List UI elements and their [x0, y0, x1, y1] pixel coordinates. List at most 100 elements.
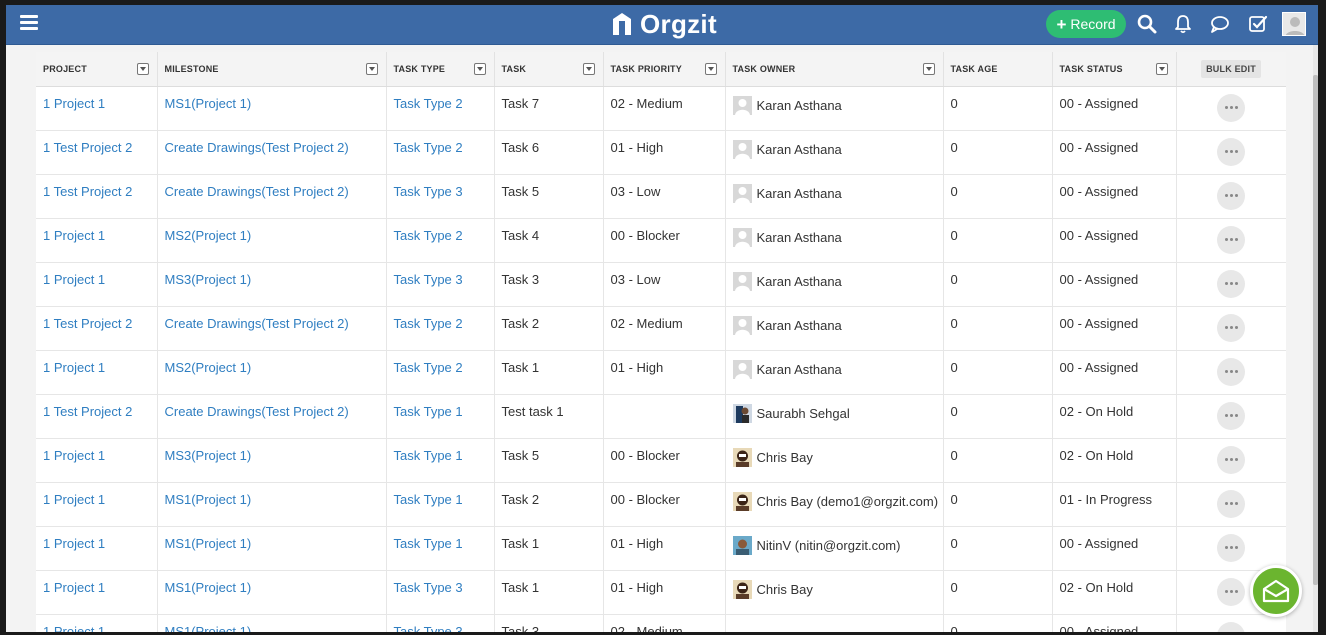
task-type-link[interactable]: Task Type 1 [386, 438, 495, 483]
table-row[interactable]: 1 Project 1 MS1(Project 1) Task Type 2 Task… [36, 86, 1286, 131]
milestone-link[interactable]: MS1(Project 1) [157, 570, 387, 615]
task-type-link[interactable]: Task Type 3 [386, 174, 495, 219]
table-row[interactable]: 1 Project 1 MS3(Project 1) Task Type 1 Task… [36, 438, 1286, 483]
user-avatar-icon[interactable] [1282, 12, 1306, 36]
hamburger-icon[interactable] [20, 15, 38, 31]
filter-icon[interactable] [365, 63, 378, 75]
filter-icon[interactable] [136, 63, 149, 75]
chat-icon[interactable] [1209, 13, 1231, 35]
task-type-link[interactable]: Task Type 3 [386, 262, 495, 307]
milestone-link[interactable]: MS1(Project 1) [157, 526, 387, 571]
project-link[interactable]: 1 Project 1 [36, 570, 158, 615]
filter-icon[interactable] [582, 63, 595, 75]
owner-cell: Karan Asthana [725, 130, 944, 175]
status-cell: 00 - Assigned [1052, 614, 1177, 632]
project-link[interactable]: 1 Test Project 2 [36, 174, 158, 219]
more-dots-icon[interactable] [1217, 181, 1245, 210]
project-link[interactable]: 1 Test Project 2 [36, 306, 158, 351]
task-type-link[interactable]: Task Type 3 [386, 570, 495, 615]
filter-icon[interactable] [1155, 63, 1168, 75]
table-row[interactable]: 1 Project 1 MS1(Project 1) Task Type 3 Task… [36, 614, 1286, 632]
bell-icon[interactable] [1172, 13, 1194, 35]
project-link[interactable]: 1 Project 1 [36, 482, 158, 527]
column-header-label: MILESTONE [164, 63, 219, 74]
milestone-link[interactable]: Create Drawings(Test Project 2) [157, 174, 387, 219]
column-header-milestone[interactable]: MILESTONE [157, 52, 387, 87]
more-dots-icon[interactable] [1217, 401, 1245, 430]
column-header-task-priority[interactable]: TASK PRIORITY [603, 52, 726, 87]
filter-icon[interactable] [473, 63, 486, 75]
table-row[interactable]: 1 Project 1 MS3(Project 1) Task Type 3 Task… [36, 262, 1286, 307]
milestone-link[interactable]: MS3(Project 1) [157, 262, 387, 307]
filter-icon[interactable] [922, 63, 935, 75]
task-type-link[interactable]: Task Type 1 [386, 482, 495, 527]
column-header-task-type[interactable]: TASK TYPE [386, 52, 495, 87]
tasks-check-icon[interactable] [1247, 13, 1269, 35]
more-dots-icon[interactable] [1217, 137, 1245, 166]
project-link[interactable]: 1 Test Project 2 [36, 394, 158, 439]
milestone-link[interactable]: MS2(Project 1) [157, 350, 387, 395]
more-dots-icon[interactable] [1217, 489, 1245, 518]
milestone-link[interactable]: MS1(Project 1) [157, 614, 387, 632]
project-link[interactable]: 1 Project 1 [36, 438, 158, 483]
project-link[interactable]: 1 Project 1 [36, 262, 158, 307]
project-link[interactable]: 1 Project 1 [36, 614, 158, 632]
actions-cell [1176, 130, 1286, 175]
table-row[interactable]: 1 Test Project 2 Create Drawings(Test Pro… [36, 394, 1286, 439]
project-link[interactable]: 1 Project 1 [36, 218, 158, 263]
table-row[interactable]: 1 Test Project 2 Create Drawings(Test Pro… [36, 306, 1286, 351]
project-link[interactable]: 1 Project 1 [36, 526, 158, 571]
task-type-link[interactable]: Task Type 2 [386, 86, 495, 131]
column-header-task-status[interactable]: TASK STATUS [1052, 52, 1177, 87]
column-header-project[interactable]: PROJECT [36, 52, 158, 87]
table-row[interactable]: 1 Test Project 2 Create Drawings(Test Pro… [36, 130, 1286, 175]
milestone-link[interactable]: MS2(Project 1) [157, 218, 387, 263]
table-row[interactable]: 1 Project 1 MS1(Project 1) Task Type 1 Task… [36, 526, 1286, 571]
priority-cell: 01 - High [603, 350, 726, 395]
add-record-button[interactable]: + Record [1046, 10, 1126, 38]
milestone-link[interactable]: Create Drawings(Test Project 2) [157, 130, 387, 175]
home-fab-button[interactable] [1250, 565, 1302, 617]
scrollbar-thumb[interactable] [1313, 75, 1318, 585]
table-row[interactable]: 1 Project 1 MS1(Project 1) Task Type 1 Task… [36, 482, 1286, 527]
column-header-label: TASK AGE [950, 63, 998, 74]
task-type-link[interactable]: Task Type 2 [386, 130, 495, 175]
more-dots-icon[interactable] [1217, 445, 1245, 474]
more-dots-icon[interactable] [1217, 93, 1245, 122]
table-row[interactable]: 1 Project 1 MS2(Project 1) Task Type 2 Task… [36, 350, 1286, 395]
vertical-scrollbar[interactable] [1313, 45, 1318, 632]
table-row[interactable]: 1 Project 1 MS2(Project 1) Task Type 2 Task… [36, 218, 1286, 263]
task-type-link[interactable]: Task Type 1 [386, 526, 495, 571]
project-link[interactable]: 1 Project 1 [36, 350, 158, 395]
more-dots-icon[interactable] [1217, 577, 1245, 606]
table-row[interactable]: 1 Test Project 2 Create Drawings(Test Pro… [36, 174, 1286, 219]
column-header-task-age[interactable]: TASK AGE [943, 52, 1053, 87]
column-header-task-owner[interactable]: TASK OWNER [725, 52, 944, 87]
more-dots-icon[interactable] [1217, 269, 1245, 298]
actions-cell [1176, 438, 1286, 483]
search-icon[interactable] [1136, 13, 1158, 35]
logo[interactable]: Orgzit [610, 9, 717, 39]
more-dots-icon[interactable] [1217, 533, 1245, 562]
task-type-link[interactable]: Task Type 1 [386, 394, 495, 439]
milestone-link[interactable]: MS3(Project 1) [157, 438, 387, 483]
project-link[interactable]: 1 Test Project 2 [36, 130, 158, 175]
more-dots-icon[interactable] [1217, 313, 1245, 342]
milestone-link[interactable]: MS1(Project 1) [157, 482, 387, 527]
milestone-link[interactable]: MS1(Project 1) [157, 86, 387, 131]
priority-cell: 02 - Medium [603, 306, 726, 351]
table-row[interactable]: 1 Project 1 MS1(Project 1) Task Type 3 Task… [36, 570, 1286, 615]
task-type-link[interactable]: Task Type 3 [386, 614, 495, 632]
task-type-link[interactable]: Task Type 2 [386, 350, 495, 395]
milestone-link[interactable]: Create Drawings(Test Project 2) [157, 394, 387, 439]
task-type-link[interactable]: Task Type 2 [386, 218, 495, 263]
more-dots-icon[interactable] [1217, 225, 1245, 254]
project-link[interactable]: 1 Project 1 [36, 86, 158, 131]
bulk-edit-button[interactable]: BULK EDIT [1201, 59, 1261, 78]
column-header-task[interactable]: TASK [494, 52, 604, 87]
task-type-link[interactable]: Task Type 2 [386, 306, 495, 351]
milestone-link[interactable]: Create Drawings(Test Project 2) [157, 306, 387, 351]
more-dots-icon[interactable] [1217, 621, 1245, 632]
filter-icon[interactable] [704, 63, 717, 75]
more-dots-icon[interactable] [1217, 357, 1245, 386]
